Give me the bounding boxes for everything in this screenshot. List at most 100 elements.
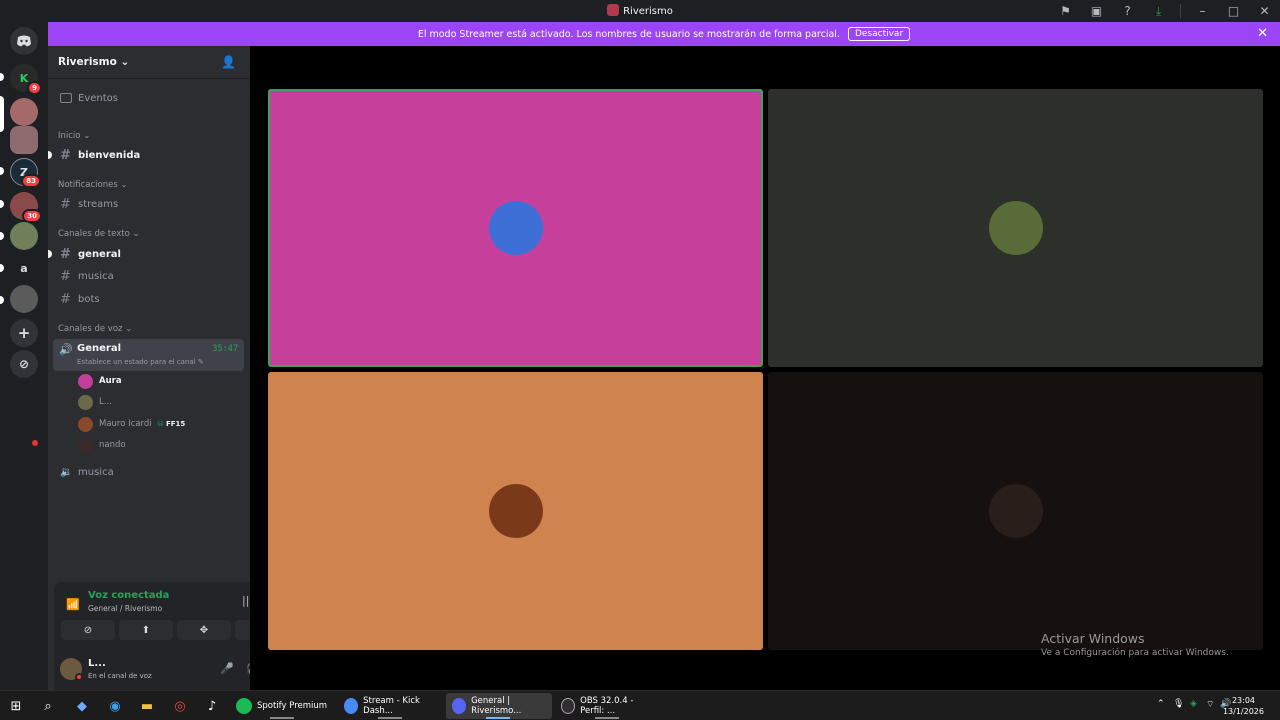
tray-app-icon[interactable]: ◈ xyxy=(1190,699,1197,709)
events-item[interactable]: Eventos xyxy=(54,88,244,108)
channel-streams[interactable]: # streams xyxy=(54,194,244,214)
hash-icon: # xyxy=(60,291,71,307)
participant-tile-l[interactable] xyxy=(768,89,1263,367)
activate-windows-subtitle: Ve a Configuración para activar Windows. xyxy=(1041,648,1229,658)
explore-icon[interactable]: ⊘ xyxy=(10,350,38,378)
close-icon[interactable]: ✕ xyxy=(1257,26,1268,41)
share-screen-button[interactable]: ⬆ xyxy=(119,620,173,640)
user-status: En el canal de voz xyxy=(88,672,152,680)
category-label: Inicio xyxy=(58,131,81,141)
voice-timer: 35:47 xyxy=(212,344,238,354)
voice-user-aura[interactable]: Aura xyxy=(78,372,122,390)
activities-button[interactable]: ✥ xyxy=(177,620,231,640)
app-label: Stream - Kick Dash... xyxy=(363,696,420,716)
flag-icon[interactable]: ⚑ xyxy=(1050,0,1081,22)
microphone-icon[interactable]: 🎤 xyxy=(220,662,234,675)
voice-user-l[interactable]: L... xyxy=(78,393,112,411)
unread-indicator xyxy=(48,151,52,159)
channel-general[interactable]: # general xyxy=(54,244,244,264)
maximize-icon[interactable]: □ xyxy=(1218,0,1249,22)
app-label: General | Riverismo... xyxy=(471,696,522,716)
streamer-mode-banner: El modo Streamer está activado. Los nomb… xyxy=(48,22,1280,46)
invite-people-icon[interactable]: 👤 xyxy=(221,55,236,69)
help-icon[interactable]: ? xyxy=(1112,0,1143,22)
voice-stage xyxy=(250,46,1280,690)
chevron-up-icon[interactable]: ⌃ xyxy=(1157,699,1165,709)
clock-date: 13/1/2026 xyxy=(1222,707,1264,716)
speaker-icon: 🔉 xyxy=(60,466,73,478)
banner-text: El modo Streamer está activado. Los nomb… xyxy=(417,28,840,40)
voice-user-nando[interactable]: nando xyxy=(78,436,126,454)
participant-tile-nando[interactable] xyxy=(768,372,1263,650)
category-texto[interactable]: Canales de texto ⌄ xyxy=(58,229,140,239)
hash-icon: # xyxy=(60,246,71,262)
download-icon[interactable]: ⤓ xyxy=(1143,0,1174,22)
tiktok-icon[interactable]: ♪ xyxy=(201,695,223,717)
microphone-icon[interactable]: 🎙 xyxy=(1173,699,1184,709)
hash-icon: # xyxy=(60,268,71,284)
wifi-icon[interactable]: ⌔ xyxy=(1206,699,1214,710)
edge-icon[interactable]: ◉ xyxy=(104,695,126,717)
avatar xyxy=(988,201,1043,255)
server-riverismo-icon[interactable] xyxy=(10,126,38,154)
category-notificaciones[interactable]: Notificaciones ⌄ xyxy=(58,180,128,190)
server-5-icon[interactable]: 30 xyxy=(10,192,42,223)
taskbar-app-spotify[interactable]: Spotify Premium xyxy=(230,693,334,719)
add-server-icon[interactable]: + xyxy=(10,319,38,347)
voice-channel-musica[interactable]: 🔉 musica xyxy=(54,462,244,482)
running-indicator xyxy=(378,717,402,719)
category-voz[interactable]: Canales de voz ⌄ xyxy=(58,324,132,334)
participant-tile-mauro-icardi[interactable] xyxy=(268,372,763,650)
unread-pill xyxy=(0,232,4,240)
server-8-icon[interactable] xyxy=(10,285,38,313)
voice-channel-general[interactable]: 🔊 General 35:47 Establece un estado para… xyxy=(53,339,244,371)
taskbar-app-discord[interactable]: General | Riverismo... xyxy=(446,693,552,719)
voice-status-subtitle: General / Riverismo xyxy=(88,604,163,613)
chrome-icon[interactable]: ◎ xyxy=(169,695,191,717)
set-status-link[interactable]: Establece un estado para el canal ✎ xyxy=(77,358,204,366)
server-7-icon[interactable]: a xyxy=(10,254,38,282)
server-6-icon[interactable] xyxy=(10,222,38,250)
camera-off-button[interactable]: ⊘ xyxy=(61,620,115,640)
channel-bienvenida[interactable]: # bienvenida xyxy=(54,145,244,165)
participant-tile-aura[interactable] xyxy=(268,89,763,367)
unread-indicator xyxy=(48,250,52,258)
server-2-icon[interactable] xyxy=(10,98,38,126)
screen-share-icon[interactable]: ▣ xyxy=(1081,0,1112,22)
deactivate-button[interactable]: Desactivar xyxy=(847,27,911,41)
copilot-icon[interactable]: ◆ xyxy=(71,695,93,717)
user-name: Mauro Icardi xyxy=(99,419,152,429)
divider xyxy=(48,78,250,79)
server-1-icon[interactable]: K9 xyxy=(10,64,42,95)
voice-user-mauro-icardi[interactable]: Mauro Icardi ⛁ FF15 xyxy=(78,415,185,433)
channel-label: bots xyxy=(78,293,100,305)
category-inicio[interactable]: Inicio ⌄ xyxy=(58,131,90,141)
discord-home-icon[interactable] xyxy=(10,27,38,55)
close-window-icon[interactable]: ✕ xyxy=(1249,0,1280,22)
voice-status-title[interactable]: Voz conectada xyxy=(88,590,169,601)
chrome-icon xyxy=(344,698,359,714)
notification-dot xyxy=(32,440,38,446)
system-clock[interactable]: 23:04 13/1/2026 xyxy=(1223,695,1264,717)
controller-icon: ⛁ xyxy=(157,420,164,428)
minimize-icon[interactable]: – xyxy=(1187,0,1218,22)
taskbar-app-kick[interactable]: Stream - Kick Dash... xyxy=(338,693,442,719)
window-title-text: Riverismo xyxy=(623,6,673,17)
server-name-header[interactable]: Riverismo ⌄ xyxy=(58,56,129,68)
discord-app: Riverismo ⚑ ▣ ? ⤓ – □ ✕ El modo Streamer… xyxy=(0,0,1280,694)
windows-start-icon[interactable]: ⊞ xyxy=(5,695,27,717)
avatar xyxy=(78,373,93,389)
avatar xyxy=(78,416,93,432)
server-name: Riverismo xyxy=(58,56,117,68)
avatar xyxy=(488,484,543,538)
file-explorer-icon[interactable]: ▬ xyxy=(136,695,158,717)
search-icon[interactable]: ⌕ xyxy=(37,695,59,717)
unread-pill xyxy=(0,264,4,272)
server-4-icon[interactable]: Z 83 xyxy=(10,158,41,188)
user-name[interactable]: L... xyxy=(88,658,106,669)
channel-musica[interactable]: # musica xyxy=(54,266,244,286)
taskbar-app-obs[interactable]: OBS 32.0.4 - Perfil: ... xyxy=(555,693,659,719)
channel-bots[interactable]: # bots xyxy=(54,289,244,309)
category-label: Canales de texto xyxy=(58,229,130,239)
user-name: nando xyxy=(99,440,126,450)
